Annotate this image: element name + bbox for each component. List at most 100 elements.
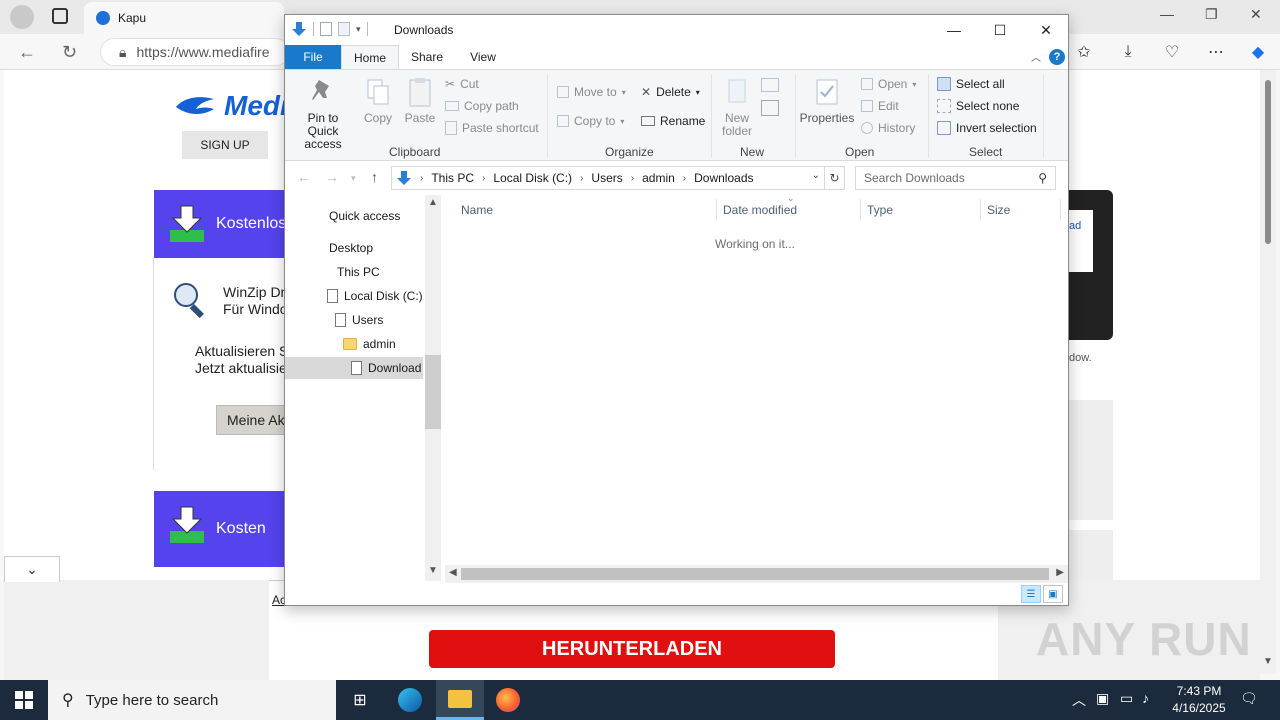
nav-pane-scrollbar[interactable]: ▲ ▼ <box>425 195 441 581</box>
help-icon[interactable]: ? <box>1049 49 1065 65</box>
breadcrumb-downloads[interactable]: Downloads <box>694 171 753 185</box>
downloads-icon[interactable]: ⤓ <box>1116 40 1140 64</box>
collapse-ribbon-icon[interactable]: ︿ <box>1031 49 1041 64</box>
copy-button[interactable]: Copy <box>361 76 395 125</box>
scroll-left-icon[interactable]: ◀ <box>449 567 457 578</box>
more-icon[interactable]: ⋯ <box>1204 40 1228 64</box>
scroll-right-icon[interactable]: ▶ <box>1056 567 1064 578</box>
start-button[interactable] <box>0 680 48 720</box>
address-dropdown-icon[interactable]: ⌄ <box>812 170 820 181</box>
paste-button[interactable]: Paste <box>401 76 439 125</box>
refresh-location-icon[interactable]: ↻ <box>825 166 845 190</box>
firefox-app-icon[interactable] <box>484 680 532 720</box>
right-ad-link[interactable]: ad <box>1069 210 1093 272</box>
properties-button[interactable]: Properties <box>799 76 855 125</box>
browser-essentials-icon[interactable]: ♡ <box>1160 40 1184 64</box>
column-type[interactable]: Type <box>867 203 893 217</box>
volume-icon[interactable]: ♪ <box>1142 690 1149 706</box>
details-view-icon[interactable]: ☰ <box>1021 585 1041 603</box>
nav-users[interactable]: Users <box>285 309 423 331</box>
system-clock[interactable]: 7:43 PM 4/16/2025 <box>1160 683 1238 717</box>
column-date-modified[interactable]: Date modified <box>723 203 797 217</box>
download-ad-banner-2[interactable]: Kosten <box>154 491 284 567</box>
invert-selection-button[interactable]: Invert selection <box>937 121 1037 135</box>
scroll-down-icon[interactable]: ▼ <box>428 565 438 576</box>
breadcrumb-users[interactable]: Users <box>591 171 622 185</box>
nav-downloads[interactable]: Download <box>285 357 423 379</box>
nav-admin[interactable]: admin <box>285 333 423 355</box>
new-folder-button[interactable]: New folder <box>717 76 757 138</box>
favorites-icon[interactable]: ✩ <box>1072 40 1096 64</box>
pin-quick-access-button[interactable]: Pin to Quick access <box>291 76 355 151</box>
network-icon[interactable]: ▭ <box>1120 690 1133 707</box>
search-input[interactable]: Search Downloads ⚲ <box>855 166 1056 190</box>
browser-restore-icon[interactable]: ❐ <box>1205 6 1218 23</box>
new-item-icon[interactable] <box>761 78 779 92</box>
nav-quick-access[interactable]: Quick access <box>285 205 423 227</box>
browser-close-icon[interactable]: ✕ <box>1250 6 1262 23</box>
breadcrumb-admin[interactable]: admin <box>642 171 675 185</box>
move-to-button[interactable]: Move to ▾ <box>557 85 626 99</box>
meine-button[interactable]: Meine Ak <box>216 405 286 435</box>
tab-file[interactable]: File <box>285 45 341 69</box>
qat-dropdown-icon[interactable]: ▾ <box>356 24 361 35</box>
paste-shortcut-button[interactable]: Paste shortcut <box>445 121 539 135</box>
edit-button[interactable]: Edit <box>861 99 899 113</box>
signup-button[interactable]: SIGN UP <box>182 131 268 159</box>
nav-scroll-thumb[interactable] <box>425 355 441 429</box>
download-ad-banner-1[interactable]: Kostenlos <box>154 190 286 258</box>
close-icon[interactable]: ✕ <box>1023 15 1069 45</box>
page-scroll-thumb[interactable] <box>1265 80 1271 244</box>
tab-share[interactable]: Share <box>401 45 453 69</box>
mediafire-logo[interactable]: Medi <box>174 90 288 122</box>
tab-view[interactable]: View <box>457 45 509 69</box>
breadcrumb-this-pc[interactable]: This PC <box>431 171 474 185</box>
column-separator[interactable] <box>980 199 981 221</box>
collapse-chevron-icon[interactable]: ⌄ <box>4 556 60 582</box>
edge-app-icon[interactable] <box>386 680 434 720</box>
column-size[interactable]: Size <box>987 203 1010 217</box>
minimize-icon[interactable]: — <box>931 15 977 45</box>
taskbar-search-input[interactable]: ⚲ Type here to search <box>48 680 336 720</box>
forward-arrow-icon[interactable]: → <box>325 169 339 185</box>
breadcrumb[interactable]: › This PC › Local Disk (C:) › Users › ad… <box>391 166 825 190</box>
new-folder-qat-icon[interactable] <box>338 22 350 36</box>
file-explorer-app-icon[interactable] <box>436 680 484 720</box>
breadcrumb-local-disk[interactable]: Local Disk (C:) <box>493 171 572 185</box>
scroll-down-icon[interactable]: ▼ <box>1263 656 1273 667</box>
up-arrow-icon[interactable]: ↑ <box>371 169 378 185</box>
notifications-icon[interactable]: 🗨︎ <box>1240 690 1258 707</box>
history-button[interactable]: History <box>861 121 915 135</box>
show-hidden-icons-icon[interactable]: ︿ <box>1072 690 1086 710</box>
copy-path-button[interactable]: Copy path <box>445 99 519 113</box>
large-icons-view-icon[interactable]: ▣ <box>1043 585 1063 603</box>
maximize-icon[interactable]: ☐ <box>977 15 1023 45</box>
select-none-button[interactable]: Select none <box>937 99 1019 113</box>
address-bar[interactable]: 🔒︎ https://www.mediafire <box>100 38 290 66</box>
scroll-up-icon[interactable]: ▲ <box>428 197 438 208</box>
tab-actions-icon[interactable] <box>52 8 68 24</box>
profile-avatar[interactable] <box>10 5 34 29</box>
hscroll-thumb[interactable] <box>461 568 1049 580</box>
back-arrow-icon[interactable]: ← <box>297 169 311 185</box>
herunterladen-button[interactable]: HERUNTERLADEN <box>429 630 835 668</box>
rename-button[interactable]: Rename <box>641 114 705 128</box>
properties-qat-icon[interactable] <box>320 22 332 36</box>
nav-local-disk[interactable]: Local Disk (C:) <box>285 285 423 307</box>
tab-home[interactable]: Home <box>341 45 399 69</box>
nav-desktop[interactable]: Desktop <box>285 237 423 259</box>
column-separator[interactable] <box>1060 199 1061 221</box>
cut-button[interactable]: ✂ Cut <box>445 77 479 91</box>
browser-tab[interactable]: Kapu <box>84 2 284 34</box>
copilot-icon[interactable]: ◆ <box>1246 40 1270 64</box>
open-button[interactable]: Open ▾ <box>861 77 916 91</box>
back-icon[interactable]: ← <box>18 42 36 63</box>
nav-this-pc[interactable]: This PC <box>285 261 423 283</box>
select-all-button[interactable]: Select all <box>937 77 1005 91</box>
column-separator[interactable] <box>860 199 861 221</box>
browser-minimize-icon[interactable]: — <box>1160 6 1174 22</box>
recent-locations-icon[interactable]: ▾ <box>351 173 356 184</box>
column-name[interactable]: Name <box>461 203 493 217</box>
column-separator[interactable] <box>716 199 717 221</box>
refresh-icon[interactable]: ↻ <box>62 42 77 63</box>
